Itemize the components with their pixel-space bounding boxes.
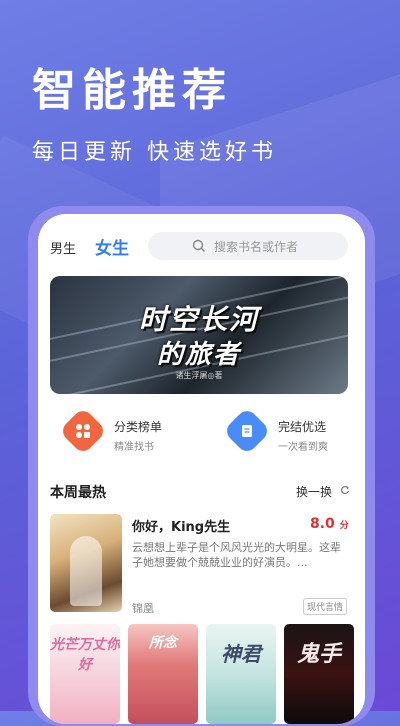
- feature-subtitle: 一次看到爽: [278, 442, 328, 453]
- hero-subtitle: 每日更新 快速选好书: [32, 140, 277, 165]
- book-cover[interactable]: [50, 514, 122, 612]
- book-author: 锦凰: [132, 602, 154, 615]
- banner-title-line2: 的旅者: [156, 340, 241, 370]
- feature-title: 分类榜单: [114, 420, 163, 434]
- feature-title: 完结优选: [278, 420, 327, 434]
- section-title: 本周最热: [50, 485, 106, 501]
- book-cover[interactable]: 光芒万丈你好: [50, 624, 120, 724]
- feature-subtitle: 精准找书: [114, 442, 154, 453]
- banner-author: 诸生浮屠◎著: [175, 371, 223, 380]
- tab-male[interactable]: 男生: [50, 238, 76, 257]
- refresh-button[interactable]: 换一换: [296, 483, 332, 500]
- top-bar: 男生 女生 搜索书名或作者: [38, 232, 365, 262]
- search-placeholder: 搜索书名或作者: [214, 240, 299, 254]
- carousel-dots: [216, 383, 231, 402]
- book-cover[interactable]: 神君: [206, 624, 276, 724]
- book-score: 8.0 分: [310, 516, 349, 532]
- book-cover[interactable]: 鬼手: [284, 624, 354, 724]
- banner-title-line1: 时空长河: [138, 303, 259, 336]
- hero-title: 智能推荐: [32, 65, 232, 116]
- book-cover[interactable]: 所念: [128, 624, 198, 724]
- book-icon: [222, 406, 272, 456]
- book-description: 云想想上辈子是个风风光光的大明星。这辈子她想要做个兢兢业业的好演员。...: [132, 541, 341, 569]
- search-icon: [192, 239, 205, 252]
- book-title[interactable]: 你好，King先生: [132, 516, 230, 535]
- banner-carousel[interactable]: 时空长河 的旅者 诸生浮屠◎著: [50, 276, 348, 394]
- category-icon: [58, 406, 108, 456]
- refresh-icon[interactable]: [340, 485, 350, 495]
- feature-completed-picks[interactable]: 完结优选 一次看到爽: [222, 406, 365, 456]
- search-input[interactable]: 搜索书名或作者: [148, 232, 348, 260]
- tab-female[interactable]: 女生: [95, 234, 129, 259]
- feature-category-rankings[interactable]: 分类榜单 精准找书: [58, 406, 216, 456]
- genre-tag: 现代言情: [303, 598, 348, 615]
- phone-screen: 男生 女生 搜索书名或作者 时空长河 的旅者 诸生浮屠◎著 分类榜单 精准找书: [38, 214, 365, 724]
